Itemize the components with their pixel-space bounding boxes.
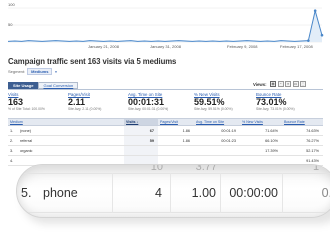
data-point[interactable] [307,39,310,42]
column-header-new-visits[interactable]: % New Visits [240,119,282,125]
avg-time-cell: 00:01:19 [221,129,236,133]
table-row[interactable]: 1. (none) 67 1.86 00:01:19 71.64% 74.63% [8,126,323,136]
medium-name[interactable]: referral [20,139,32,143]
summary-visits: Visits 163 % of Site Total: 100.00% [8,92,68,117]
table-row[interactable]: 2. referral 59 1.86 00:01:23 66.10% 76.27% [8,136,323,146]
pages-per-visit-cell: 1.86 [182,139,190,143]
medium-cell[interactable]: 1. (none) [8,126,124,135]
bounce-rate-cell: 74.63% [306,129,319,133]
views-label: Views: [253,81,267,87]
summary-value: 2.11 [68,97,86,107]
summary-value: 73.01% [256,97,287,107]
visits-cell: 59 [124,136,158,145]
medium-name[interactable]: organic [20,149,32,153]
row-index: 2. [10,139,14,143]
pages-per-visit-cell [158,146,194,155]
chevron-down-icon[interactable]: ▼ [54,70,57,74]
new-visits-cell: 71.64% [265,129,278,133]
magnified-new-visits-cell: 0.0 [321,186,330,200]
column-header-pages-per-visit[interactable]: Pages/Visit [158,119,194,125]
new-visits-cell: 17.39% [265,149,278,153]
row-index: 1. [10,129,14,133]
medium-table: Medium Visits ↓ Pages/Visit Avg. Time on… [8,118,323,166]
pivot-view-icon[interactable]: ⋮ [300,81,307,87]
new-visits-cell: 66.10% [265,139,278,143]
column-header-medium[interactable]: Medium [8,119,124,125]
y-tick-label: 100 [8,2,15,7]
data-point[interactable] [320,33,324,37]
comparison-view-icon[interactable]: ▭ [292,81,299,87]
magnified-medium-cell[interactable]: phone [39,173,113,213]
summary-sub: Site Avg: 2.11 (0.00%) [68,107,102,111]
pages-per-visit-cell: 1.86 [182,129,190,133]
x-tick-label: January 21, 2008 [88,44,119,49]
row-index: 3. [10,149,14,153]
y-tick-label: 50 [8,22,13,27]
tab-goal-conversion[interactable]: Goal Conversion [38,82,79,89]
table-view-icon[interactable]: ▦ [270,81,277,87]
visits-over-time-chart: 100 50 January 21, 2008 January 31, 2008… [0,0,330,56]
analytics-report-page: 100 50 January 21, 2008 January 31, 2008… [0,0,330,241]
avg-time-cell: 00:01:23 [221,139,236,143]
magnified-avg-time-cell: 00:00:00 [221,173,283,213]
summary-bounce-rate: Bounce Rate 73.01% Site Avg: 73.01% (0.0… [256,92,318,117]
magnified-row-index: 5. [21,186,32,200]
x-tick-label: January 31, 2008 [150,44,181,49]
report-tabs: Site Usage Goal Conversion [8,82,79,89]
view-switcher: Views: ▦ ◔ ≡ ▭ ⋮ [253,81,307,87]
column-header-avg-time[interactable]: Avg. Time on Site [194,119,240,125]
segment-selector: Segment: Mediums ▼ [8,68,57,75]
summary-sub: Site Avg: 59.51% (0.00%) [194,107,233,111]
medium-cell[interactable]: 3. organic [8,146,124,155]
magnified-row-phone[interactable]: 5. phone 4 1.00 00:00:00 0.0 [17,173,330,213]
visits-area [8,10,322,42]
tabs-divider [8,89,323,90]
summary-metrics: Visits 163 % of Site Total: 100.00% Page… [8,92,323,117]
summary-sub: Site Avg: 00:01:31 (0.00%) [128,107,169,111]
avg-time-cell [194,146,240,155]
summary-value: 163 [8,97,24,107]
magnified-pages-per-visit-cell: 1.00 [171,173,221,213]
medium-cell[interactable]: 2. referral [8,136,124,145]
x-tick-label: February 17, 2008 [280,44,313,49]
summary-sub: % of Site Total: 100.00% [8,107,45,111]
column-header-bounce-rate[interactable]: Bounce Rate [282,119,323,125]
segment-label: Segment: [8,69,26,74]
report-title: Campaign traffic sent 163 visits via 5 m… [8,57,177,66]
summary-sub: Site Avg: 73.01% (0.00%) [256,107,295,111]
bounce-rate-cell: 76.27% [306,139,319,143]
summary-value: 00:01:31 [128,97,165,107]
summary-new-visits: % New Visits 59.51% Site Avg: 59.51% (0.… [194,92,256,117]
tab-site-usage[interactable]: Site Usage [8,82,39,89]
table-body: 1. (none) 67 1.86 00:01:19 71.64% 74.63% 2. refe… [8,126,323,166]
x-tick-label: February 9, 2008 [227,44,258,49]
table-header-row: Medium Visits ↓ Pages/Visit Avg. Time on… [8,118,323,126]
visits-cell: 67 [124,126,158,135]
summary-value: 59.51% [194,97,225,107]
magnifier-lens: 10 3.77 1 5. phone 4 1.00 00:00:00 0.0 [16,164,330,218]
performance-view-icon[interactable]: ≡ [285,81,292,87]
segment-dropdown[interactable]: Mediums [27,68,53,75]
data-point[interactable] [313,9,317,13]
visits-line [7,10,323,42]
magnified-visits-cell: 4 [113,173,171,213]
column-header-visits[interactable]: Visits ↓ [124,119,158,125]
bounce-rate-cell: 52.17% [306,149,319,153]
medium-name[interactable]: (none) [20,129,31,133]
table-row[interactable]: 3. organic 17.39% 52.17% [8,146,323,156]
visits-cell [124,146,158,155]
summary-avg-time: Avg. Time on Site 00:01:31 Site Avg: 00:… [128,92,194,117]
pie-view-icon[interactable]: ◔ [277,81,284,87]
summary-pages-per-visit: Pages/Visit 2.11 Site Avg: 2.11 (0.00%) [68,92,128,117]
